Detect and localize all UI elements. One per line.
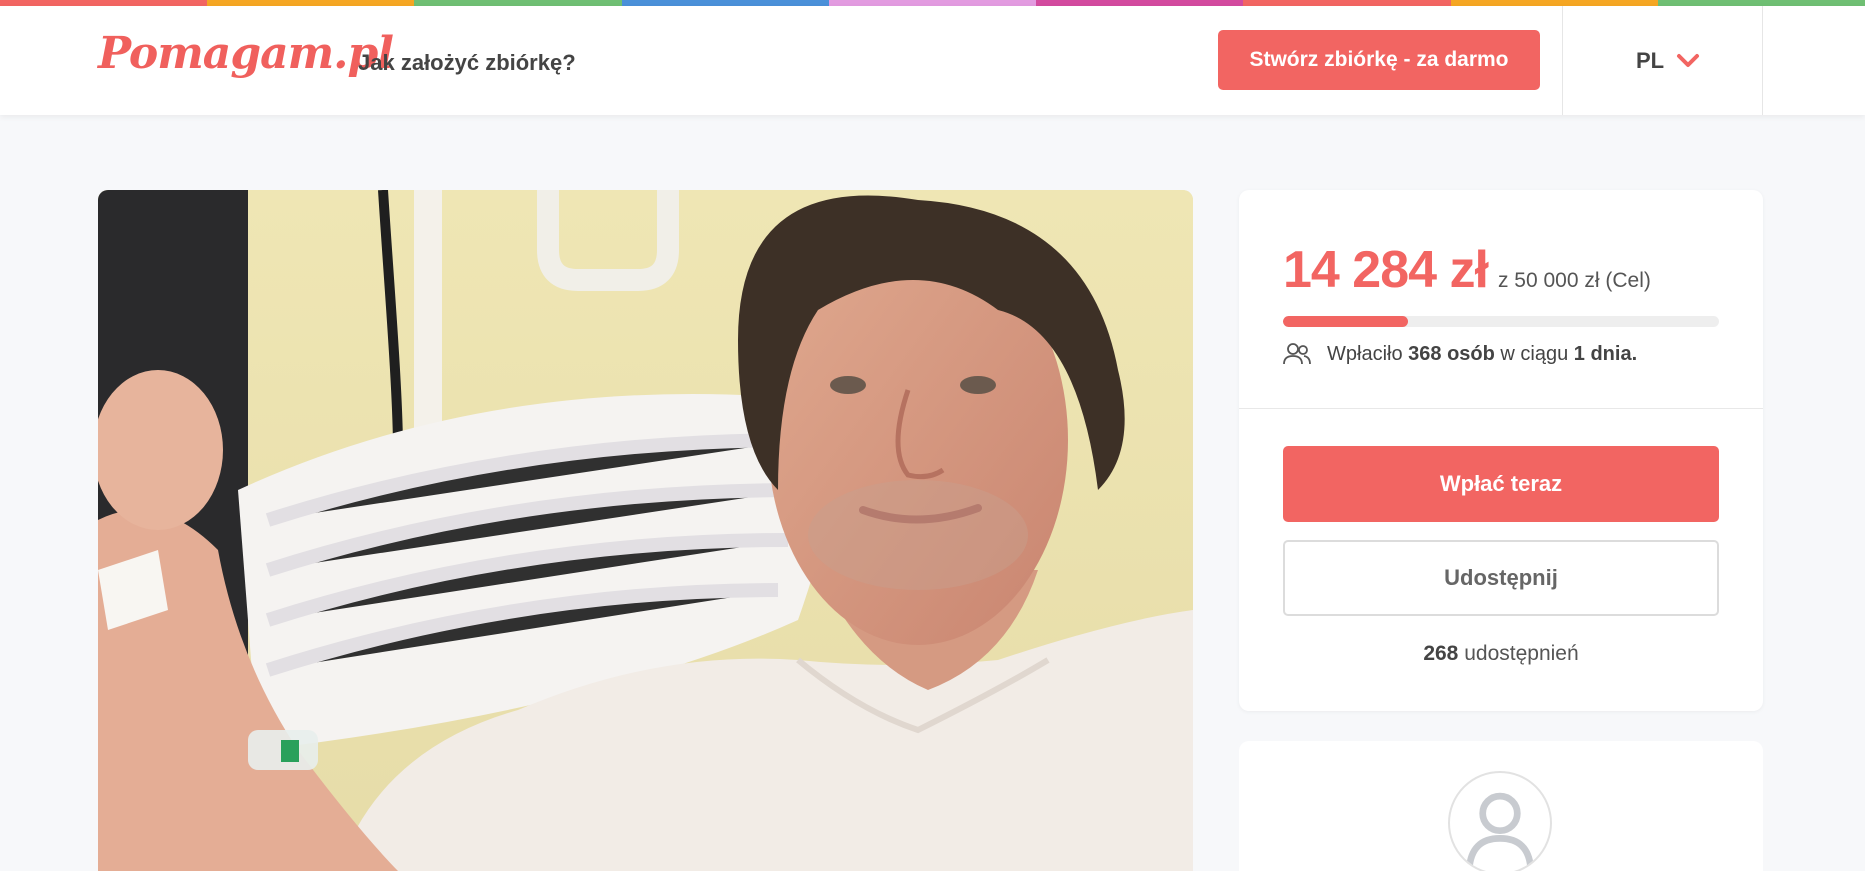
- language-label: PL: [1636, 48, 1665, 73]
- progress-bar-fill: [1283, 316, 1408, 327]
- pay-now-button[interactable]: Wpłać teraz: [1283, 446, 1719, 522]
- shares-label: udostępnień: [1464, 642, 1579, 665]
- pomagam-logo[interactable]: Pomagam.pl: [98, 28, 394, 79]
- user-avatar-icon: [1465, 792, 1535, 870]
- man-in-hospital-bed-photo: [98, 190, 1193, 871]
- header-divider: [1562, 6, 1563, 115]
- shares-count: 268 udostępnień: [1239, 642, 1763, 666]
- raised-amount: 14 284 zł: [1283, 241, 1489, 299]
- shares-number: 268: [1423, 642, 1459, 665]
- amount-row: 14 284 zł z 50 000 zł (Cel): [1283, 240, 1651, 300]
- donors-prefix: Wpłaciło: [1327, 342, 1403, 365]
- chevron-down-icon: [1677, 54, 1700, 67]
- donors-middle: w ciągu: [1500, 342, 1569, 365]
- organizer-card: [1239, 741, 1763, 871]
- organizer-avatar[interactable]: [1448, 771, 1552, 871]
- header-divider: [1762, 6, 1763, 115]
- people-icon: [1283, 343, 1311, 365]
- how-to-create-link[interactable]: Jak założyć zbiórkę?: [358, 50, 576, 76]
- create-fundraiser-button[interactable]: Stwórz zbiórkę - za darmo: [1218, 30, 1540, 90]
- donors-text: Wpłaciło 368 osób w ciągu 1 dnia.: [1327, 343, 1637, 366]
- goal-amount: z 50 000 zł (Cel): [1497, 269, 1651, 292]
- progress-bar: [1283, 316, 1719, 327]
- language-selector[interactable]: PL: [1636, 48, 1700, 74]
- card-divider: [1239, 408, 1763, 409]
- donors-info: Wpłaciło 368 osób w ciągu 1 dnia.: [1283, 342, 1637, 366]
- donors-count: 368 osób: [1408, 342, 1495, 365]
- fundraiser-hero-image: [98, 190, 1193, 871]
- top-navigation-bar: Pomagam.pl Jak założyć zbiórkę? Stwórz z…: [0, 6, 1865, 115]
- donors-time: 1 dnia.: [1573, 342, 1638, 365]
- share-button[interactable]: Udostępnij: [1283, 540, 1719, 616]
- donation-card: 14 284 zł z 50 000 zł (Cel) Wpłaciło 368…: [1239, 190, 1763, 711]
